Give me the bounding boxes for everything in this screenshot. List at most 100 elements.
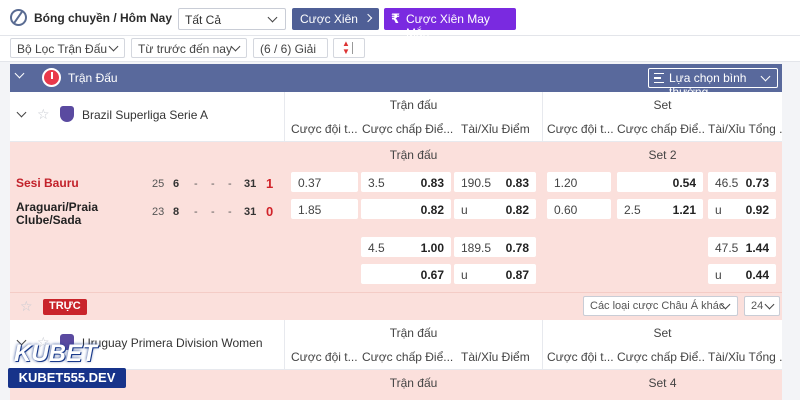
odds-cell[interactable]: 0.60 [547,199,611,219]
odds-cell[interactable]: 1.20 [547,172,611,192]
top-bar: Bóng chuyền / Hôm Nay Tất Cả Cược Xiên ₹… [0,0,800,40]
lucky-icon: ₹ [391,11,401,26]
filter-select-value: Tất Cả [185,13,222,27]
column-header: Cược đội t... [291,350,358,364]
match-filter-dropdown[interactable]: Bộ Lọc Trận Đấu [10,38,125,58]
odds-cell[interactable]: u 0.92 [708,199,776,219]
column-header: Tài/Xỉu Điểm [461,350,530,364]
group-header-match: Trận đấu [389,98,438,112]
odds-cell[interactable]: 1.85 [291,199,358,219]
live-row: ☆ TRỰC Các loại cược Châu Á khác 24 [10,292,782,320]
odds-cell[interactable]: 4.5 1.00 [361,237,451,257]
column-header: Cược đội t... [547,350,614,364]
chevron-down-icon [267,12,278,23]
odds-value: 0.67 [420,268,444,282]
star-icon[interactable]: ☆ [20,298,33,315]
filter-bar: Bộ Lọc Trận Đấu Từ trước đến nay (6 / 6)… [0,36,800,62]
under-label: u [715,268,722,282]
odds-cell[interactable]: 3.5 0.83 [361,172,451,192]
view-mode-select[interactable]: Lựa chọn bình thường [648,68,778,99]
odds-value: 1.21 [672,203,696,217]
chevron-down-icon[interactable] [16,107,27,118]
lucky-parlay-button[interactable]: ₹ Cược Xiên May Mắn [384,8,516,40]
set-tab: Set 2 [648,148,677,162]
page-title: Bóng chuyền / Hôm Nay [34,11,173,25]
score: 6 [173,178,180,190]
odds-value: 0.83 [505,176,529,190]
league-header: ☆ Brazil Superliga Serie A Trận đấu Set … [10,92,782,142]
score: - [194,206,198,218]
chevron-down-icon [760,71,771,82]
odds-value: 1.44 [745,241,769,255]
score: - [211,178,215,190]
odds-cell[interactable]: 0.37 [291,172,358,192]
points: 31 [244,206,257,218]
under-label: u [715,203,722,217]
match-filter-label: Bộ Lọc Trận Đấu [17,42,108,56]
clock-icon [42,68,61,87]
score: - [228,206,232,218]
column-header: Cược chấp Điể... [362,122,454,136]
score: - [211,206,215,218]
odds-value: 0.82 [505,203,529,217]
odds-value: 0.73 [745,176,769,190]
chevron-down-icon [108,41,119,52]
home-team-name: Sesi Bauru [16,176,79,190]
odds-cell[interactable]: 0.82 [361,199,451,219]
brand-url: KUBET555.DEV [8,368,126,388]
chevron-down-icon [764,299,775,310]
odds-cell[interactable]: 190.5 0.83 [454,172,536,192]
chevron-down-icon [230,41,241,52]
odds-cell[interactable]: 0.54 [617,172,703,192]
score: 25 [152,178,165,190]
column-header: Cược chấp Điể... [362,350,454,364]
brand-logo: KUBET [14,340,97,367]
match-tab: Trận đấu [389,148,438,162]
column-header: Cược đội t... [291,122,358,136]
bet-type-select[interactable]: Các loại cược Châu Á khác [583,296,738,316]
under-label: u [461,203,468,217]
away-team-name-line2: Clube/Sada [16,213,82,227]
brand-watermark: KUBET KUBET555.DEV [6,338,126,396]
odds-cell[interactable]: u 0.87 [454,264,536,284]
odds-cell[interactable]: 46.5 0.73 [708,172,776,192]
column-header: Tài/Xỉu Tổng ... [708,122,782,136]
odds-cell[interactable]: 0.67 [361,264,451,284]
odds-cell[interactable]: u 0.44 [708,264,776,284]
match-tab: Trận đấu [389,376,438,390]
match-row: Trận đấu Set 2 Sesi Bauru 25 6 - - - 31 … [10,142,782,292]
market-count-select[interactable]: 24 [744,296,780,316]
sets-won: 0 [266,204,274,219]
odds-cell[interactable]: 2.5 1.21 [617,199,703,219]
league-count-button[interactable]: (6 / 6) Giải [253,38,328,58]
odds-cell[interactable]: 47.5 1.44 [708,237,776,257]
star-icon[interactable]: ☆ [37,106,50,123]
odds-value: 0.82 [420,203,444,217]
sets-won: 1 [266,176,274,191]
away-team-name-line1: Araguari/Praia [16,200,99,214]
sort-icon[interactable] [333,38,365,58]
score: 23 [152,206,165,218]
odds-value: 0.37 [298,176,322,190]
time-filter-dropdown[interactable]: Từ trước đến nay [131,38,247,58]
odds-value: 0.92 [745,203,769,217]
column-header: Tài/Xỉu Điểm [461,122,530,136]
odds-cell[interactable]: u 0.82 [454,199,536,219]
odds-value: 0.44 [745,268,769,282]
odds-cell[interactable]: 189.5 0.78 [454,237,536,257]
column-header: Cược chấp Điể... [617,122,705,136]
parlay-button[interactable]: Cược Xiên [292,8,379,30]
collapse-icon[interactable] [14,68,25,79]
sort-lines-icon [654,73,664,83]
total-line: 47.5 [715,241,739,255]
bet-type-label: Các loại cược Châu Á khác [590,300,725,312]
odds-value: 0.83 [420,176,444,190]
league-count-label: (6 / 6) Giải [260,42,317,56]
section-header: Trận Đấu Lựa chọn bình thường [10,64,782,99]
odds-value: 0.54 [672,176,696,190]
league-name: Brazil Superliga Serie A [82,108,209,122]
market-count-label: 24 [751,300,764,312]
group-header-match: Trận đấu [389,326,438,340]
total-line: 190.5 [461,176,492,190]
filter-select[interactable]: Tất Cả [178,8,286,30]
